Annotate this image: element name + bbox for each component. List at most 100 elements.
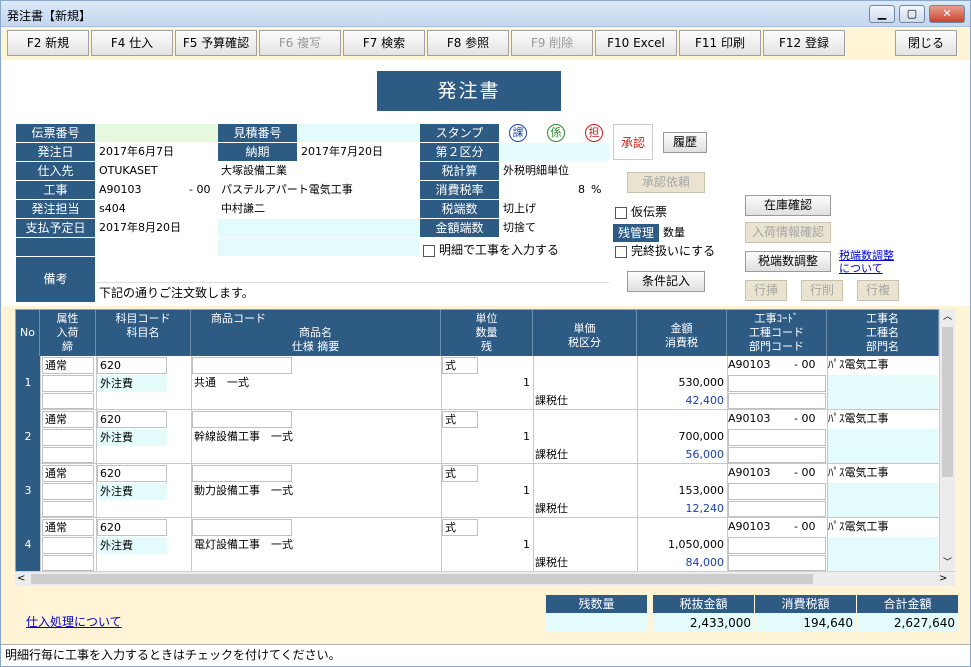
- delivery-date-field[interactable]: 2017年7月20日: [298, 143, 419, 161]
- row-unit[interactable]: 式: [442, 465, 478, 482]
- row-project-sub[interactable]: - 00: [794, 357, 815, 373]
- order-date-field[interactable]: 2017年6月7日: [96, 143, 217, 161]
- row-project-code[interactable]: A90103: [728, 357, 771, 373]
- f5-budget-button[interactable]: F5 予算確認: [175, 30, 257, 56]
- balance-manage-field[interactable]: 数量: [660, 224, 716, 242]
- grid-vertical-scrollbar[interactable]: ︿ ﹀: [939, 309, 955, 571]
- row-work-code[interactable]: [728, 375, 826, 392]
- order-staff-code[interactable]: s404: [96, 200, 217, 218]
- tax-rounding-field[interactable]: 切上げ: [500, 200, 609, 218]
- row-amount[interactable]: 1,050,000: [638, 537, 724, 553]
- conditions-button[interactable]: 条件記入: [627, 271, 705, 292]
- temp-slip-checkbox[interactable]: [615, 207, 627, 219]
- row-unit[interactable]: 式: [442, 411, 478, 428]
- slip-number-field[interactable]: [96, 124, 217, 142]
- blank-field-2[interactable]: [218, 238, 419, 256]
- blank-field-1[interactable]: [96, 238, 217, 256]
- close-window-button[interactable]: ✕: [929, 5, 965, 23]
- row-product-code[interactable]: [192, 357, 292, 374]
- row-amount[interactable]: 700,000: [638, 429, 725, 445]
- row-project-sub[interactable]: - 00: [794, 411, 815, 427]
- row-account-name[interactable]: 外注費: [97, 537, 167, 554]
- scroll-up-icon[interactable]: ︿: [940, 309, 955, 325]
- row-account-code[interactable]: 620: [97, 357, 167, 374]
- row-attribute[interactable]: 通常: [42, 357, 94, 374]
- close-button[interactable]: 閉じる: [895, 30, 957, 56]
- row-dept-code[interactable]: [728, 447, 826, 463]
- row-arrival[interactable]: [42, 483, 94, 500]
- row-dept-code[interactable]: [728, 393, 826, 409]
- supplier-name-field[interactable]: 大塚設備工業: [218, 162, 419, 180]
- f12-register-button[interactable]: F12 登録: [763, 30, 845, 56]
- row-project-sub[interactable]: - 00: [794, 519, 815, 535]
- detail-project-checkbox[interactable]: [423, 245, 435, 257]
- maximize-button[interactable]: ▢: [899, 5, 925, 23]
- row-product-name[interactable]: 電灯設備工事 一式: [194, 537, 293, 553]
- supplier-code-field[interactable]: OTUKASET: [96, 162, 217, 180]
- tax-rounding-help-link[interactable]: 税端数調整 について: [839, 249, 894, 275]
- row-quantity[interactable]: 1: [446, 429, 530, 445]
- second-category-field[interactable]: [500, 143, 609, 161]
- row-account-code[interactable]: 620: [97, 519, 167, 536]
- scroll-right-icon[interactable]: >: [939, 572, 951, 586]
- f11-print-button[interactable]: F11 印刷: [679, 30, 761, 56]
- scroll-h-thumb[interactable]: [31, 574, 813, 584]
- row-tax-class[interactable]: 課税仕: [535, 393, 568, 409]
- row-quantity[interactable]: 1: [446, 537, 530, 553]
- row-amount[interactable]: 153,000: [638, 483, 725, 499]
- stamp-section-icon[interactable]: 課: [509, 124, 527, 142]
- row-close[interactable]: [42, 393, 94, 409]
- row-account-name[interactable]: 外注費: [97, 429, 167, 446]
- f8-reference-button[interactable]: F8 参照: [427, 30, 509, 56]
- row-quantity[interactable]: 1: [446, 375, 530, 391]
- row-close[interactable]: [42, 501, 94, 517]
- row-product-name[interactable]: 動力設備工事 一式: [194, 483, 293, 499]
- history-button[interactable]: 履歴: [663, 132, 707, 153]
- tax-rate-field[interactable]: 8: [500, 181, 588, 199]
- row-unit[interactable]: 式: [442, 519, 478, 536]
- row-work-code[interactable]: [728, 483, 826, 500]
- row-copy-button[interactable]: 行複: [857, 280, 899, 301]
- estimate-number-field[interactable]: [298, 124, 419, 142]
- f6-copy-button[interactable]: F6 複写: [259, 30, 341, 56]
- f9-delete-button[interactable]: F9 削除: [511, 30, 593, 56]
- row-attribute[interactable]: 通常: [42, 519, 94, 536]
- project-sub-code[interactable]: - 00: [186, 181, 217, 199]
- row-amount[interactable]: 530,000: [638, 375, 725, 391]
- row-dept-code[interactable]: [728, 501, 826, 517]
- payment-date-field[interactable]: 2017年8月20日: [96, 219, 217, 237]
- project-code-field[interactable]: A90103: [96, 181, 186, 199]
- row-account-code[interactable]: 620: [97, 465, 167, 482]
- row-work-code[interactable]: [728, 537, 826, 554]
- row-unit[interactable]: 式: [442, 357, 478, 374]
- row-attribute[interactable]: 通常: [42, 465, 94, 482]
- grid-horizontal-scrollbar[interactable]: < >: [15, 571, 955, 586]
- payment-extra-field[interactable]: [218, 219, 419, 237]
- tax-rounding-adjust-button[interactable]: 税端数調整: [745, 251, 831, 272]
- row-insert-button[interactable]: 行挿: [745, 280, 787, 301]
- row-account-name[interactable]: 外注費: [97, 483, 167, 500]
- row-arrival[interactable]: [42, 375, 94, 392]
- stock-check-button[interactable]: 在庫確認: [745, 195, 831, 216]
- stamp-charge-icon[interactable]: 担: [585, 124, 603, 142]
- row-project-sub[interactable]: - 00: [794, 465, 815, 481]
- approval-request-button[interactable]: 承認依頼: [627, 172, 705, 193]
- remarks-line-1[interactable]: [96, 257, 609, 283]
- f7-search-button[interactable]: F7 検索: [343, 30, 425, 56]
- row-arrival[interactable]: [42, 537, 94, 554]
- row-product-name[interactable]: 幹線設備工事 一式: [194, 429, 293, 445]
- stamp-staff-icon[interactable]: 係: [547, 124, 565, 142]
- f2-new-button[interactable]: F2 新規: [7, 30, 89, 56]
- row-quantity[interactable]: 1: [446, 483, 530, 499]
- scroll-thumb[interactable]: [942, 327, 953, 477]
- row-tax-class[interactable]: 課税仕: [535, 447, 568, 463]
- row-tax-class[interactable]: 課税仕: [535, 501, 568, 517]
- row-work-code[interactable]: [728, 429, 826, 446]
- tax-calc-field[interactable]: 外税明細単位: [500, 162, 609, 180]
- remarks-line-2[interactable]: 下記の通りご注文致します。: [96, 284, 609, 302]
- row-project-code[interactable]: A90103: [728, 411, 771, 427]
- row-account-code[interactable]: 620: [97, 411, 167, 428]
- amount-rounding-field[interactable]: 切捨て: [500, 219, 609, 237]
- row-dept-code[interactable]: [728, 555, 826, 571]
- purchase-processing-link[interactable]: 仕入処理について: [26, 613, 122, 630]
